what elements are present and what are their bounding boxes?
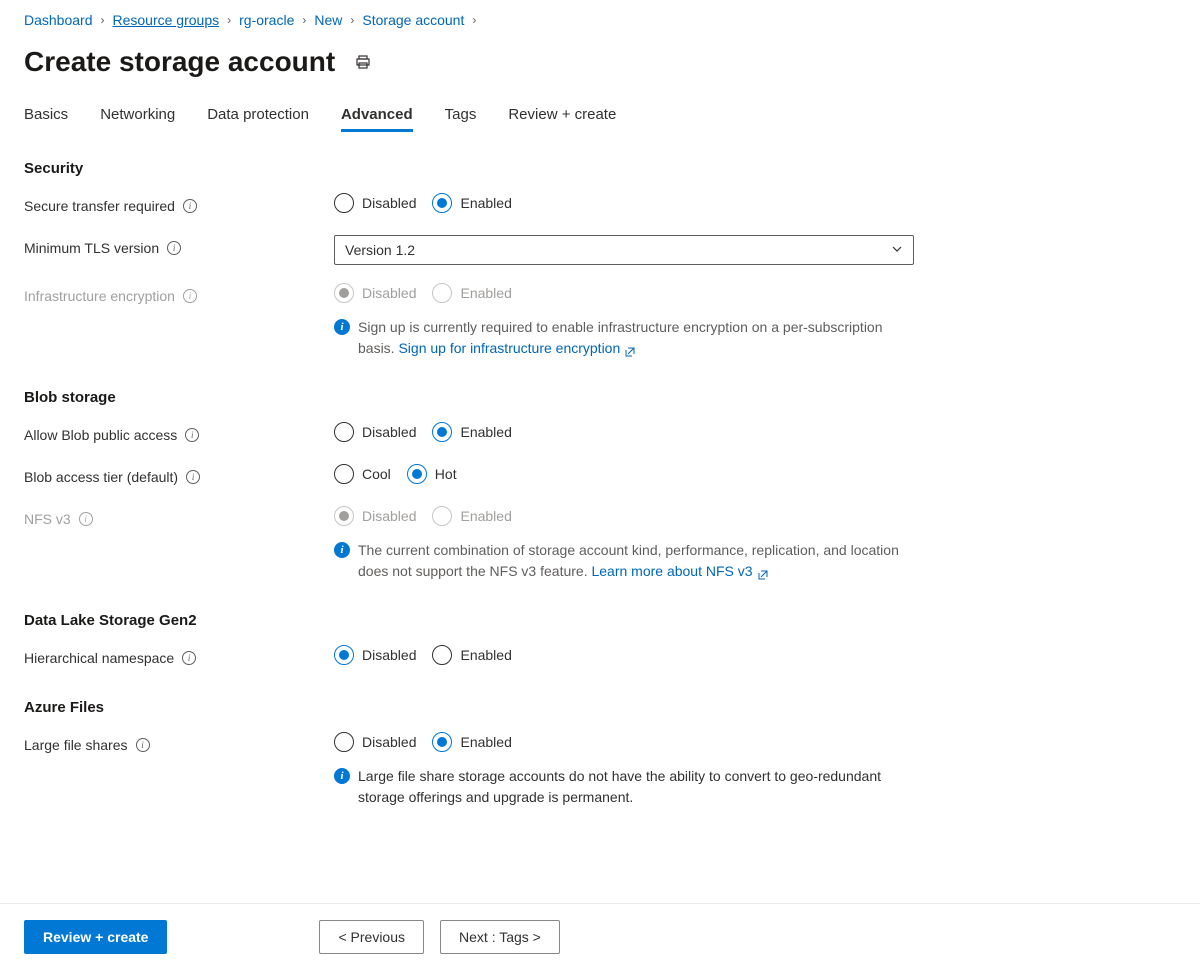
nfs-learn-more-link[interactable]: Learn more about NFS v3 [591, 563, 768, 579]
infra-encryption-signup-link[interactable]: Sign up for infrastructure encryption [398, 340, 636, 356]
info-icon[interactable]: i [79, 512, 93, 526]
section-datalake: Data Lake Storage Gen2 Hierarchical name… [24, 612, 1176, 669]
blob-heading: Blob storage [24, 389, 1176, 406]
infra-encryption-enabled-radio: Enabled [432, 283, 511, 303]
breadcrumb: Dashboard › Resource groups › rg-oracle … [24, 12, 1176, 28]
infra-encryption-info: Sign up is currently required to enable … [358, 317, 914, 359]
tab-tags[interactable]: Tags [445, 106, 477, 132]
security-heading: Security [24, 160, 1176, 177]
section-security: Security Secure transfer required i Disa… [24, 160, 1176, 359]
page-title: Create storage account [24, 46, 335, 78]
info-icon[interactable]: i [183, 199, 197, 213]
info-message-icon: i [334, 319, 350, 335]
info-icon[interactable]: i [136, 738, 150, 752]
breadcrumb-storage-account[interactable]: Storage account [362, 12, 464, 28]
nfs-label: NFS v3 [24, 511, 71, 527]
section-azure-files: Azure Files Large file shares i Disabled… [24, 699, 1176, 808]
breadcrumb-new[interactable]: New [314, 12, 342, 28]
info-icon[interactable]: i [167, 241, 181, 255]
chevron-right-icon: › [227, 13, 231, 27]
nfs-info: The current combination of storage accou… [358, 540, 914, 582]
next-button[interactable]: Next : Tags > [440, 920, 560, 954]
footer: Review + create < Previous Next : Tags > [0, 903, 1200, 976]
access-tier-label: Blob access tier (default) [24, 469, 178, 485]
files-heading: Azure Files [24, 699, 1176, 716]
chevron-right-icon: › [472, 13, 476, 27]
public-access-enabled-radio[interactable]: Enabled [432, 422, 511, 442]
info-icon[interactable]: i [185, 428, 199, 442]
review-create-button[interactable]: Review + create [24, 920, 167, 954]
tabs: Basics Networking Data protection Advanc… [24, 106, 1176, 132]
hierarchical-disabled-radio[interactable]: Disabled [334, 645, 416, 665]
large-share-enabled-radio[interactable]: Enabled [432, 732, 511, 752]
tab-review-create[interactable]: Review + create [508, 106, 616, 132]
external-link-icon [757, 566, 769, 578]
print-icon[interactable] [355, 54, 371, 70]
nfs-disabled-radio: Disabled [334, 506, 416, 526]
info-icon[interactable]: i [186, 470, 200, 484]
nfs-enabled-radio: Enabled [432, 506, 511, 526]
info-icon[interactable]: i [182, 651, 196, 665]
access-tier-hot-radio[interactable]: Hot [407, 464, 457, 484]
hierarchical-enabled-radio[interactable]: Enabled [432, 645, 511, 665]
breadcrumb-rg-oracle[interactable]: rg-oracle [239, 12, 294, 28]
chevron-down-icon [891, 242, 903, 258]
previous-button[interactable]: < Previous [319, 920, 424, 954]
tab-networking[interactable]: Networking [100, 106, 175, 132]
title-row: Create storage account [24, 46, 1176, 78]
infra-encryption-label: Infrastructure encryption [24, 288, 175, 304]
public-access-label: Allow Blob public access [24, 427, 177, 443]
chevron-right-icon: › [302, 13, 306, 27]
breadcrumb-dashboard[interactable]: Dashboard [24, 12, 93, 28]
tab-advanced[interactable]: Advanced [341, 106, 413, 132]
tab-data-protection[interactable]: Data protection [207, 106, 309, 132]
chevron-right-icon: › [101, 13, 105, 27]
secure-transfer-disabled-radio[interactable]: Disabled [334, 193, 416, 213]
secure-transfer-label: Secure transfer required [24, 198, 175, 214]
public-access-disabled-radio[interactable]: Disabled [334, 422, 416, 442]
breadcrumb-resource-groups[interactable]: Resource groups [113, 12, 220, 28]
hierarchical-label: Hierarchical namespace [24, 650, 174, 666]
section-blob: Blob storage Allow Blob public access i … [24, 389, 1176, 582]
large-share-label: Large file shares [24, 737, 128, 753]
access-tier-cool-radio[interactable]: Cool [334, 464, 391, 484]
info-message-icon: i [334, 542, 350, 558]
large-share-info: Large file share storage accounts do not… [358, 766, 914, 808]
info-icon[interactable]: i [183, 289, 197, 303]
datalake-heading: Data Lake Storage Gen2 [24, 612, 1176, 629]
tls-label: Minimum TLS version [24, 240, 159, 256]
infra-encryption-disabled-radio: Disabled [334, 283, 416, 303]
tab-basics[interactable]: Basics [24, 106, 68, 132]
large-share-disabled-radio[interactable]: Disabled [334, 732, 416, 752]
info-message-icon: i [334, 768, 350, 784]
secure-transfer-enabled-radio[interactable]: Enabled [432, 193, 511, 213]
external-link-icon [624, 343, 636, 355]
tls-select[interactable]: Version 1.2 [334, 235, 914, 265]
chevron-right-icon: › [350, 13, 354, 27]
